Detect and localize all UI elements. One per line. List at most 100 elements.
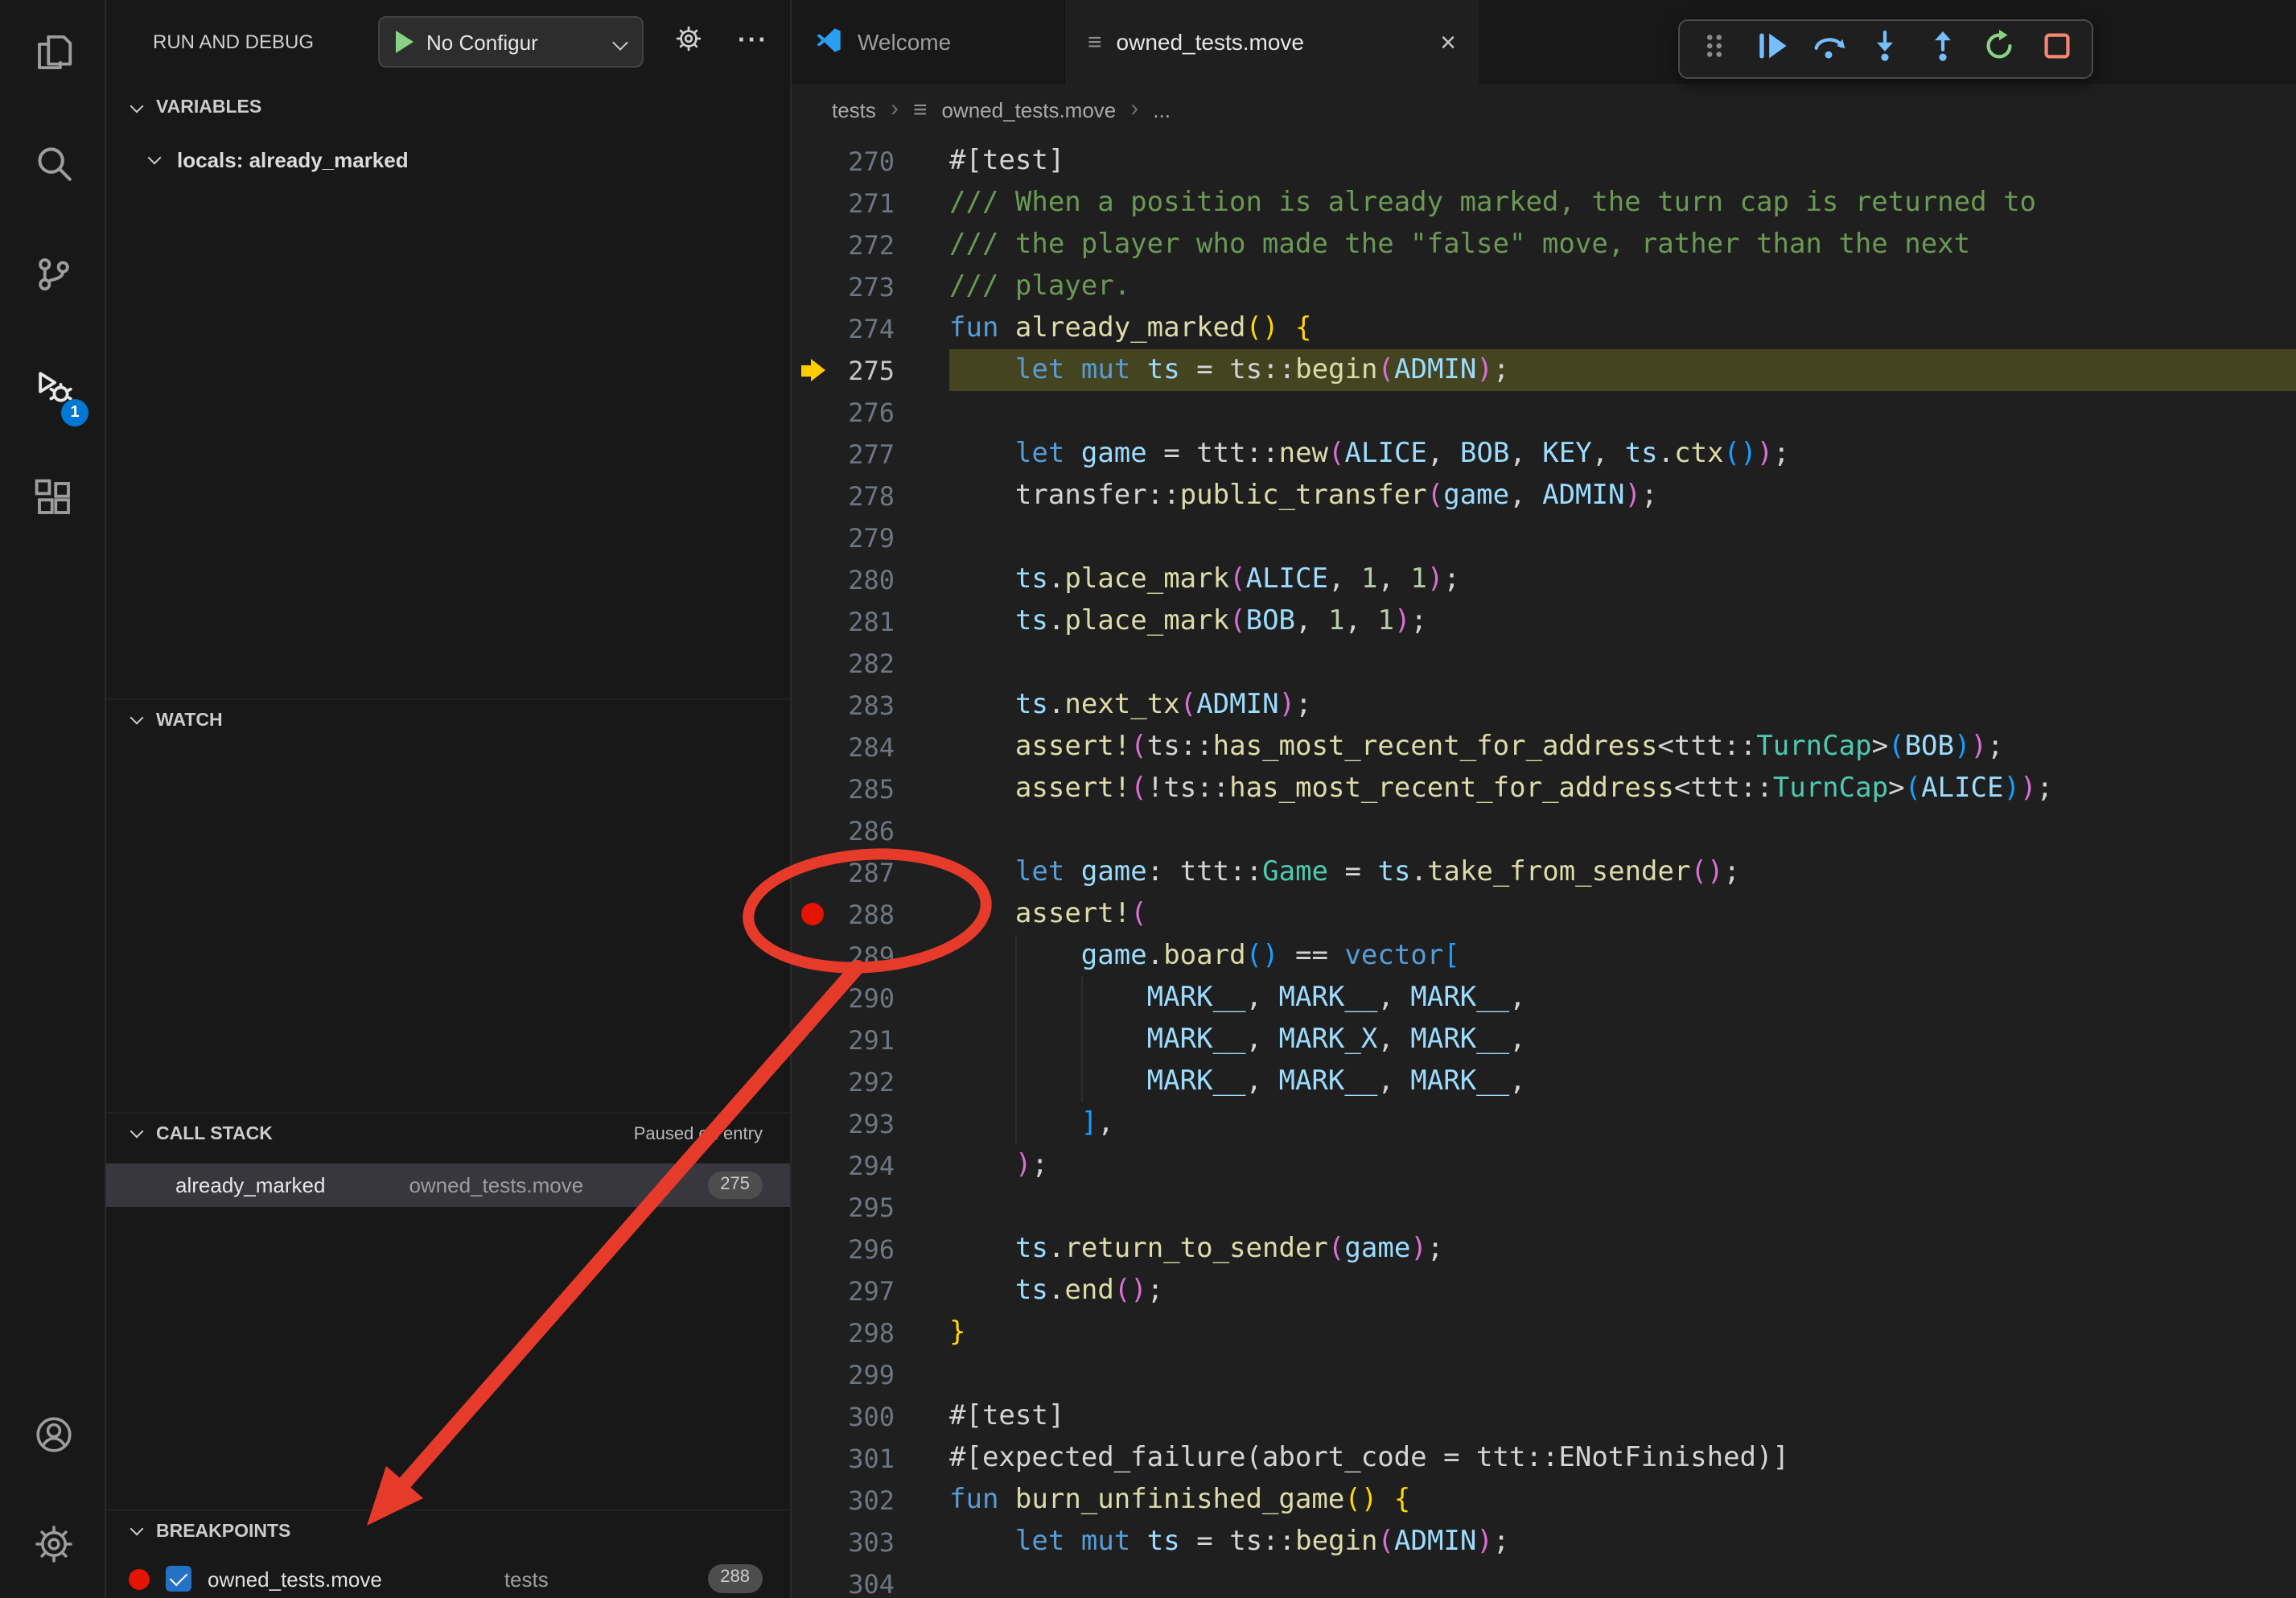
breakpoint-column[interactable] (792, 1437, 833, 1479)
start-debug-icon[interactable] (396, 31, 414, 53)
breakpoint-column[interactable] (792, 1186, 833, 1228)
breadcrumb-item-symbol[interactable]: ... (1153, 97, 1171, 121)
gutter[interactable]: 290 (792, 977, 949, 1019)
breakpoint-column[interactable] (792, 266, 833, 307)
gutter[interactable]: 300 (792, 1395, 949, 1437)
activity-source-control-button[interactable] (14, 240, 92, 317)
gutter[interactable]: 302 (792, 1479, 949, 1521)
gutter[interactable]: 293 (792, 1102, 949, 1144)
activity-run-debug-button[interactable]: 1 (14, 352, 92, 430)
restart-button[interactable] (1974, 25, 2026, 73)
breakpoint-column[interactable] (792, 1479, 833, 1521)
gutter[interactable]: 282 (792, 642, 949, 684)
gutter[interactable]: 276 (792, 391, 949, 433)
gutter[interactable]: 294 (792, 1144, 949, 1186)
breakpoint-column[interactable] (792, 182, 833, 224)
breakpoint-column[interactable] (792, 558, 833, 600)
step-into-button[interactable] (1860, 25, 1911, 73)
breakpoint-column[interactable] (792, 768, 833, 809)
breakpoint-enabled-checkbox[interactable] (166, 1566, 191, 1592)
gutter[interactable]: 275 (792, 349, 949, 391)
breakpoint-column[interactable] (792, 1521, 833, 1563)
breakpoint-column[interactable] (792, 307, 833, 349)
call-stack-frame-row[interactable]: already_marked owned_tests.move 275 (106, 1163, 790, 1207)
breakpoint-column[interactable] (792, 809, 833, 851)
breakpoint-column[interactable] (792, 391, 833, 433)
activity-search-button[interactable] (14, 129, 92, 206)
gutter[interactable]: 274 (792, 307, 949, 349)
variables-scope-row[interactable]: locals: already_marked (106, 138, 790, 180)
gutter[interactable]: 278 (792, 475, 949, 517)
tab-welcome[interactable]: Welcome (792, 0, 1065, 84)
gutter[interactable]: 303 (792, 1521, 949, 1563)
activity-account-button[interactable] (14, 1400, 92, 1477)
gutter[interactable]: 292 (792, 1061, 949, 1102)
gutter[interactable]: 283 (792, 684, 949, 726)
gutter[interactable]: 285 (792, 768, 949, 809)
breakpoint-column[interactable] (792, 893, 833, 935)
breakpoint-column[interactable] (792, 1061, 833, 1102)
gutter[interactable]: 301 (792, 1437, 949, 1479)
breakpoints-section-header[interactable]: BREAKPOINTS (106, 1509, 790, 1551)
gutter[interactable]: 279 (792, 517, 949, 558)
breakpoint-column[interactable] (792, 1395, 833, 1437)
gutter[interactable]: 271 (792, 182, 949, 224)
gutter[interactable]: 288 (792, 893, 949, 935)
breakpoint-column[interactable] (792, 1353, 833, 1395)
gutter[interactable]: 299 (792, 1353, 949, 1395)
step-out-button[interactable] (1917, 25, 1969, 73)
breakpoint-column[interactable] (792, 224, 833, 266)
close-tab-icon[interactable]: × (1440, 28, 1456, 56)
gutter[interactable]: 284 (792, 726, 949, 768)
step-over-button[interactable] (1803, 25, 1854, 73)
breakpoint-column[interactable] (792, 851, 833, 893)
breakpoint-column[interactable] (792, 684, 833, 726)
gutter[interactable]: 297 (792, 1270, 949, 1312)
breakpoint-column[interactable] (792, 1228, 833, 1270)
gutter[interactable]: 281 (792, 600, 949, 642)
activity-settings-button[interactable] (14, 1509, 92, 1587)
tab-owned-tests-move[interactable]: ≡ owned_tests.move × (1065, 0, 1479, 84)
continue-button[interactable] (1746, 25, 1797, 73)
breakpoint-column[interactable] (792, 433, 833, 475)
breakpoint-column[interactable] (792, 349, 833, 391)
gutter[interactable]: 270 (792, 140, 949, 182)
breadcrumb-item-file[interactable]: owned_tests.move (941, 97, 1116, 121)
watch-section-header[interactable]: WATCH (106, 698, 790, 740)
gutter[interactable]: 273 (792, 266, 949, 307)
breakpoint-column[interactable] (792, 1102, 833, 1144)
gutter[interactable]: 287 (792, 851, 949, 893)
gutter[interactable]: 280 (792, 558, 949, 600)
gutter[interactable]: 277 (792, 433, 949, 475)
breakpoint-column[interactable] (792, 1563, 833, 1598)
breakpoint-column[interactable] (792, 935, 833, 977)
activity-explorer-button[interactable] (14, 18, 92, 95)
gutter[interactable]: 296 (792, 1228, 949, 1270)
gutter[interactable]: 295 (792, 1186, 949, 1228)
breakpoint-column[interactable] (792, 1312, 833, 1353)
toolbar-drag-handle[interactable] (1689, 25, 1740, 73)
gutter[interactable]: 286 (792, 809, 949, 851)
variables-section-header[interactable]: VARIABLES (106, 87, 790, 129)
breakpoint-column[interactable] (792, 1144, 833, 1186)
breakpoint-column[interactable] (792, 977, 833, 1019)
stop-button[interactable] (2031, 25, 2082, 73)
breakpoint-list-item[interactable]: owned_tests.move tests 288 (106, 1558, 790, 1598)
breakpoint-column[interactable] (792, 517, 833, 558)
breakpoint-column[interactable] (792, 726, 833, 768)
gutter[interactable]: 291 (792, 1019, 949, 1061)
debug-config-dropdown[interactable]: No Configur (378, 16, 644, 68)
gutter[interactable]: 304 (792, 1563, 949, 1598)
breadcrumb-item-tests[interactable]: tests (832, 97, 876, 121)
gutter[interactable]: 289 (792, 935, 949, 977)
more-actions-button[interactable]: ··· (730, 21, 776, 63)
gutter[interactable]: 272 (792, 224, 949, 266)
breakpoint-column[interactable] (792, 600, 833, 642)
breakpoint-column[interactable] (792, 642, 833, 684)
breakpoint-dot-icon[interactable] (801, 903, 824, 925)
gutter[interactable]: 298 (792, 1312, 949, 1353)
breakpoint-column[interactable] (792, 1019, 833, 1061)
activity-extensions-button[interactable] (14, 463, 92, 541)
debug-settings-button[interactable] (666, 21, 711, 63)
call-stack-section-header[interactable]: CALL STACK Paused on entry (106, 1112, 790, 1154)
